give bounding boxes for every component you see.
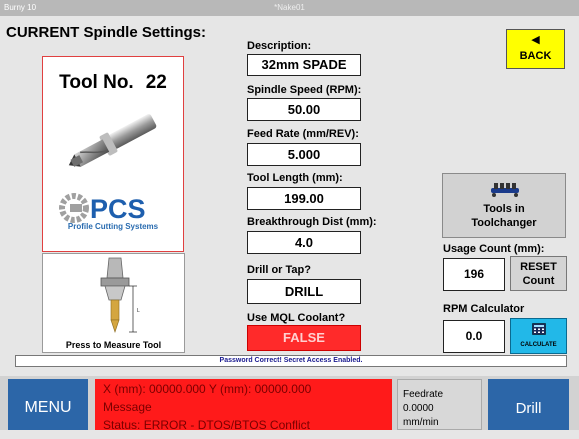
reset-label-line2: Count (522, 275, 555, 287)
status-message: Password Correct! Secret Access Enabled. (15, 355, 567, 367)
measure-tool-label: Press to Measure Tool (65, 340, 162, 350)
drill-or-tap-field[interactable]: DRILL (247, 279, 361, 304)
back-button-label: BACK (519, 50, 552, 62)
usage-count-label: Usage Count (mm): (443, 243, 545, 255)
back-arrow-icon: ◀ (531, 34, 540, 46)
breakthrough-field[interactable]: 4.0 (247, 231, 361, 254)
tool-number-label: Tool No. (59, 72, 134, 93)
calculate-button[interactable]: CALCULATE (510, 318, 567, 354)
tool-panel: Tool No. 22 PCS Profile Cutting Systems (42, 56, 184, 252)
drill-button[interactable]: Drill (488, 379, 569, 430)
pcs-logo: PCS (43, 193, 183, 243)
breakthrough-label: Breakthrough Dist (mm): (247, 216, 377, 228)
pcs-logo-mark: PCS (59, 193, 146, 224)
tools-in-toolchanger-button[interactable]: Tools in Toolchanger (442, 173, 566, 238)
back-button[interactable]: ◀ BACK (506, 29, 565, 69)
feedrate-value: 0.0000 (403, 403, 434, 414)
tools-label-line1: Tools in (483, 203, 525, 215)
tool-number-title: Tool No. 22 (43, 72, 183, 94)
feedrate-label: Feedrate (403, 389, 444, 400)
tool-length-label: Tool Length (mm): (247, 172, 343, 184)
reset-label-line1: RESET (520, 261, 557, 273)
menu-button[interactable]: MENU (8, 379, 88, 430)
tool-holder-diagram: L (100, 257, 140, 333)
message-panel: X (mm): 00000.000 Y (mm): 00000.000 Mess… (95, 379, 392, 430)
tool-number-value: 22 (145, 72, 167, 93)
tools-in-toolchanger-label: Tools in Toolchanger (443, 202, 565, 230)
measure-tool-button[interactable]: L Press to Measure Tool (42, 253, 185, 353)
drill-or-tap-label: Drill or Tap? (247, 264, 311, 276)
tools-label-line2: Toolchanger (471, 217, 537, 229)
feedrate-panel: Feedrate 0.0000 mm/min (397, 379, 482, 430)
page-title: CURRENT Spindle Settings: (6, 24, 207, 41)
toolchanger-icon (491, 183, 519, 197)
message-text: Message (103, 400, 152, 414)
description-field[interactable]: 32mm SPADE (247, 54, 361, 76)
spindle-speed-label: Spindle Speed (RPM): (247, 84, 362, 96)
feed-rate-label: Feed Rate (mm/REV): (247, 128, 359, 140)
window-title: *Nake01 (274, 3, 305, 12)
mql-coolant-field[interactable]: FALSE (247, 325, 361, 351)
usage-count-value: 196 (443, 258, 505, 291)
description-label: Description: (247, 40, 312, 52)
spindle-speed-field[interactable]: 50.00 (247, 98, 361, 121)
calculate-label: CALCULATE (520, 342, 557, 348)
rpm-calculator-label: RPM Calculator (443, 303, 525, 315)
reset-count-button[interactable]: RESET Count (510, 256, 567, 291)
svg-text:PCS: PCS (90, 194, 146, 223)
status-text: Status: ERROR - DTOS/BTOS Conflict (103, 418, 310, 430)
tool-length-field[interactable]: 199.00 (247, 187, 361, 210)
drill-tool-image (68, 114, 157, 167)
rpm-calculator-value: 0.0 (443, 320, 505, 353)
title-bar: Burny 10 *Nake01 (0, 0, 579, 16)
calculator-icon (532, 323, 546, 335)
logo-caption: Profile Cutting Systems (67, 222, 159, 231)
coordinates-readout: X (mm): 00000.000 Y (mm): 00000.000 (103, 382, 312, 396)
feed-rate-field[interactable]: 5.000 (247, 143, 361, 166)
svg-text:L: L (137, 308, 140, 314)
mql-coolant-label: Use MQL Coolant? (247, 312, 346, 324)
feedrate-unit: mm/min (403, 417, 439, 428)
